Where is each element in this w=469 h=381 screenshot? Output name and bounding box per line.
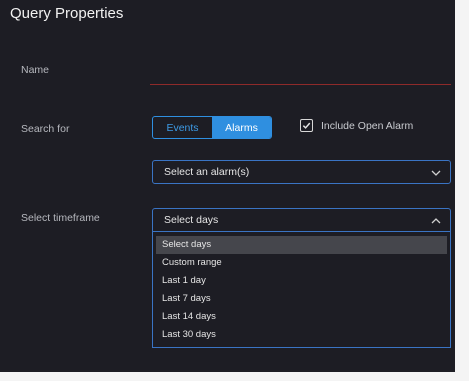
- timeframe-option-custom-range[interactable]: Custom range: [156, 254, 447, 272]
- chevron-up-icon: [431, 218, 441, 224]
- timeframe-options-list: Select days Custom range Last 1 day Last…: [152, 232, 451, 348]
- timeframe-option-last-1-day[interactable]: Last 1 day: [156, 272, 447, 290]
- timeframe-label: Select timeframe: [21, 212, 100, 224]
- include-open-alarm-checkbox[interactable]: Include Open Alarm: [300, 119, 413, 132]
- checkbox-box[interactable]: [300, 119, 313, 132]
- name-label: Name: [21, 64, 50, 76]
- name-input[interactable]: [150, 64, 451, 85]
- search-for-label: Search for: [21, 123, 70, 135]
- timeframe-option-last-30-days[interactable]: Last 30 days: [156, 326, 447, 344]
- timeframe-option-last-7-days[interactable]: Last 7 days: [156, 290, 447, 308]
- alarm-select-dropdown[interactable]: Select an alarm(s): [152, 160, 451, 184]
- panel-title: Query Properties: [10, 5, 124, 22]
- alarm-select-value: Select an alarm(s): [164, 166, 250, 178]
- timeframe-option-last-14-days[interactable]: Last 14 days: [156, 308, 447, 326]
- check-icon: [302, 122, 311, 129]
- include-open-alarm-label: Include Open Alarm: [321, 119, 414, 132]
- timeframe-select-value: Select days: [164, 214, 219, 226]
- timeframe-select-dropdown[interactable]: Select days: [152, 208, 451, 232]
- search-type-toggle: Events Alarms: [152, 116, 272, 139]
- alarms-toggle-button[interactable]: Alarms: [212, 117, 271, 138]
- chevron-down-icon: [431, 170, 441, 176]
- events-toggle-button[interactable]: Events: [153, 117, 212, 138]
- query-properties-panel: Query Properties Name Search for Events …: [0, 0, 455, 372]
- timeframe-option-select-days[interactable]: Select days: [156, 236, 447, 254]
